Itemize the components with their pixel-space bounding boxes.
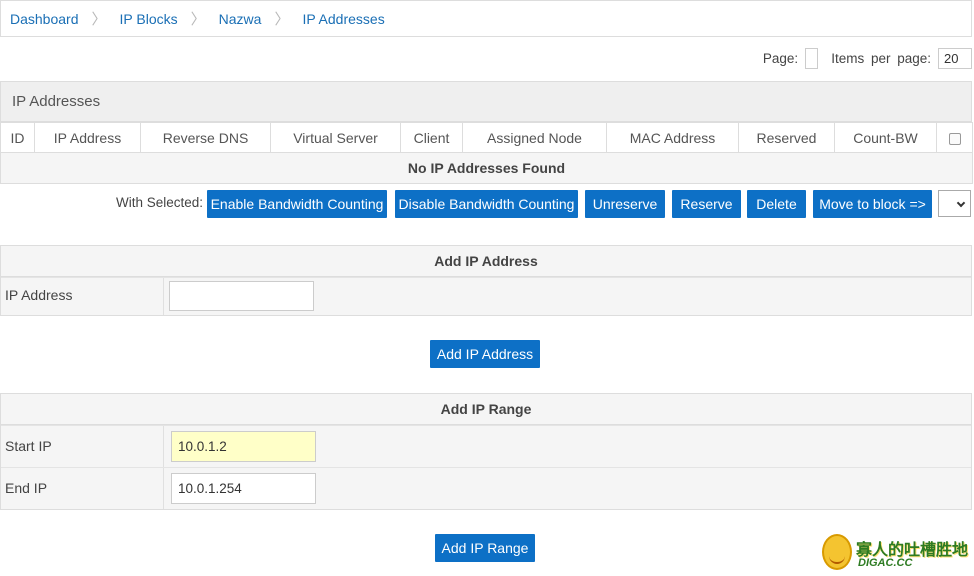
end-ip-input[interactable]: 10.0.1.254 [171,473,316,504]
table-row: No IP Addresses Found [0,152,973,184]
page-label: Page: [762,50,799,66]
block-select[interactable] [938,190,971,217]
column-header-ip-address[interactable]: IP Address [34,122,141,153]
column-header-reserved[interactable]: Reserved [738,122,835,153]
select-all-header [936,122,973,153]
unreserve-button[interactable]: Unreserve [585,190,665,218]
breadcrumb-separator-icon: 〉 [274,11,290,28]
column-divider [163,278,164,315]
add-ip-range-title: Add IP Range [1,394,971,425]
move-to-block-button[interactable]: Move to block => [813,190,932,218]
bulk-actions: With Selected: Enable Bandwidth Counting… [0,190,974,218]
items-per-page-label: Items per page: [831,50,931,66]
breadcrumb-nazwa[interactable]: Nazwa [219,11,262,27]
disable-bandwidth-counting-button[interactable]: Disable Bandwidth Counting [395,190,578,218]
add-ip-address-section: Add IP Address IP Address [0,245,972,316]
reserve-button[interactable]: Reserve [672,190,741,218]
pagination: Page: Items per page: 20 [763,46,972,70]
start-ip-input[interactable]: 10.0.1.2 [171,431,316,462]
ip-address-row: IP Address [1,277,971,315]
add-ip-range-section: Add IP Range Start IP 10.0.1.2 End IP 10… [0,393,972,510]
column-divider [163,468,164,509]
ip-addresses-table: ID IP Address Reverse DNS Virtual Server… [0,122,973,184]
delete-button[interactable]: Delete [747,190,806,218]
ip-address-label: IP Address [5,287,73,303]
column-header-assigned-node[interactable]: Assigned Node [462,122,607,153]
page-input[interactable] [805,47,819,69]
column-divider [163,426,164,467]
items-per-page-input[interactable]: 20 [938,47,972,69]
breadcrumb-ip-addresses[interactable]: IP Addresses [302,11,384,27]
add-ip-address-button[interactable]: Add IP Address [430,340,540,368]
column-header-client[interactable]: Client [400,122,463,153]
breadcrumb-separator-icon: 〉 [91,11,107,28]
column-header-reverse-dns[interactable]: Reverse DNS [140,122,271,153]
with-selected-label: With Selected: [116,195,204,210]
column-header-virtual-server[interactable]: Virtual Server [270,122,401,153]
start-ip-row: Start IP 10.0.1.2 [1,425,971,467]
select-all-checkbox[interactable] [948,132,961,145]
chevron-down-icon [956,198,966,208]
enable-bandwidth-counting-button[interactable]: Enable Bandwidth Counting [207,190,387,218]
start-ip-label: Start IP [5,438,52,454]
breadcrumb-separator-icon: 〉 [190,11,206,28]
watermark-logo: 寡人的吐槽胜地 DIGAC.CC [820,532,970,576]
breadcrumb: Dashboard 〉 IP Blocks 〉 Nazwa 〉 IP Addre… [0,0,972,37]
ip-address-input[interactable] [169,281,314,311]
table-header-row: ID IP Address Reverse DNS Virtual Server… [0,122,973,153]
add-ip-address-title: Add IP Address [1,246,971,277]
end-ip-label: End IP [5,480,48,496]
watermark-domain: DIGAC.CC [858,557,913,569]
panel-title: IP Addresses [0,81,972,122]
breadcrumb-dashboard[interactable]: Dashboard [10,11,79,27]
column-header-id[interactable]: ID [0,122,35,153]
add-ip-range-button[interactable]: Add IP Range [435,534,535,562]
column-header-count-bw[interactable]: Count-BW [834,122,937,153]
end-ip-row: End IP 10.0.1.254 [1,467,971,509]
breadcrumb-ip-blocks[interactable]: IP Blocks [120,11,178,27]
column-header-mac-address[interactable]: MAC Address [606,122,739,153]
empty-table-message: No IP Addresses Found [0,152,973,184]
mascot-icon [822,534,852,570]
